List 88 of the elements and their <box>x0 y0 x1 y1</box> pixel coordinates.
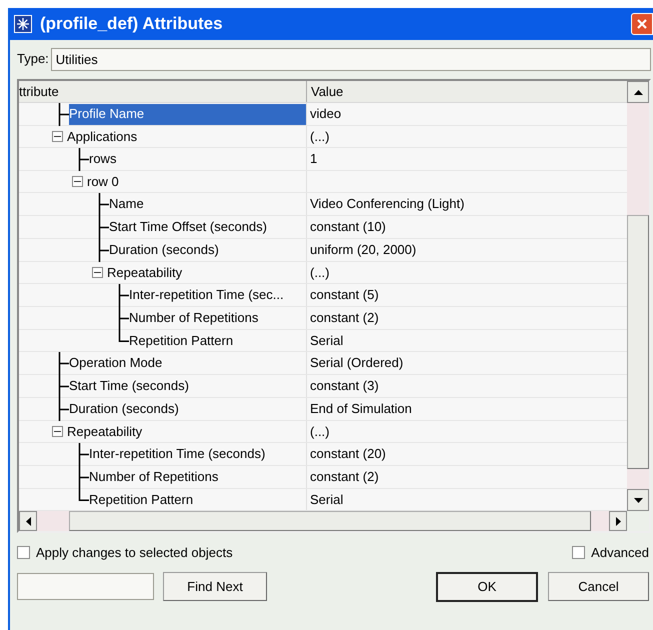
attribute-value: Serial <box>310 332 344 350</box>
tree-connector-icon <box>98 238 109 262</box>
option-label: Apply changes to selected objects <box>36 544 233 562</box>
table-row[interactable]: Duration (seconds) End of Simulation <box>19 398 627 421</box>
column-header[interactable]: ttribute <box>19 81 307 102</box>
attribute-name: Repetition Pattern <box>89 490 194 509</box>
checkbox[interactable] <box>572 546 586 560</box>
attribute-name: Applications <box>67 128 138 146</box>
tree-connector-icon <box>98 216 109 238</box>
attribute-value: End of Simulation <box>310 400 412 418</box>
down-arrow-icon[interactable] <box>634 498 642 502</box>
vertical-scrollbar[interactable] <box>627 81 649 511</box>
left-arrow-icon[interactable] <box>26 516 30 526</box>
attribute-name: Repeatability <box>67 422 142 441</box>
attribute-name: Profile Name <box>69 104 306 124</box>
collapse-icon[interactable] <box>92 267 103 278</box>
table-row[interactable]: rows 1 <box>19 148 627 171</box>
table-row[interactable]: Start Time (seconds) constant (3) <box>19 375 627 398</box>
attribute-name: Start Time Offset (seconds) <box>109 218 267 236</box>
option-label: Advanced <box>591 544 649 562</box>
attribute-name: Number of Repetitions <box>129 309 258 328</box>
attribute-value: constant (3) <box>310 377 379 396</box>
attribute-value: video <box>310 105 342 124</box>
tree-connector-icon <box>98 192 109 216</box>
attribute-value: constant (2) <box>310 468 379 486</box>
right-arrow-icon[interactable] <box>616 516 620 526</box>
attribute-name: Inter-repetition Time (seconds) <box>89 445 266 464</box>
table-row[interactable]: Applications (...) <box>19 126 627 148</box>
attribute-name: Duration (seconds) <box>69 400 179 418</box>
attribute-name: rows <box>89 150 116 168</box>
attribute-value: Video Conferencing (Light) <box>310 195 464 214</box>
attribute-name: Operation Mode <box>69 354 162 372</box>
horizontal-scrollbar[interactable] <box>19 511 627 531</box>
attribute-value: Serial <box>310 490 344 509</box>
tree-connector-icon <box>58 352 69 374</box>
ok-button[interactable]: OK <box>436 572 538 602</box>
attribute-name: Name <box>109 195 144 214</box>
attribute-name: Start Time (seconds) <box>69 377 189 396</box>
table-row[interactable]: Start Time Offset (seconds) constant (10) <box>19 216 627 239</box>
up-arrow-icon[interactable] <box>634 90 642 94</box>
type-label: Type: <box>17 50 49 68</box>
table-row[interactable]: row 0 <box>19 171 627 193</box>
tree-connector-icon <box>118 284 129 306</box>
column-header[interactable]: Value <box>307 81 627 102</box>
table-row[interactable]: Repeatability (...) <box>19 262 627 284</box>
attribute-name: Repetition Pattern <box>129 332 234 350</box>
table-row[interactable]: Repetition Pattern Serial <box>19 330 627 352</box>
attribute-value: constant (2) <box>310 309 379 328</box>
tree-connector-icon <box>58 398 69 420</box>
tree-connector-icon <box>58 374 69 398</box>
table-row[interactable]: Number of Repetitions constant (2) <box>19 466 627 489</box>
type-field[interactable]: Utilities <box>50 48 651 70</box>
attribute-name: Duration (seconds) <box>109 241 219 260</box>
table-row[interactable]: Inter-repetition Time (sec... constant (5) <box>19 284 627 307</box>
table-row[interactable]: Name Video Conferencing (Light) <box>19 193 627 216</box>
checkbox[interactable] <box>17 546 30 560</box>
collapse-icon[interactable] <box>72 176 83 187</box>
collapse-icon[interactable] <box>52 426 63 437</box>
table-row[interactable]: Operation Mode Serial (Ordered) <box>19 352 627 375</box>
find-field[interactable] <box>17 573 154 600</box>
table-row[interactable]: Profile Name video <box>19 103 627 126</box>
attribute-value: constant (10) <box>310 218 386 236</box>
attribute-name: row 0 <box>87 172 119 191</box>
find-next-button[interactable]: Find Next <box>163 572 267 601</box>
tree-connector-icon <box>78 442 89 466</box>
attribute-name: Number of Repetitions <box>89 468 218 486</box>
star-icon <box>14 15 32 33</box>
attribute-value: (...) <box>310 264 330 282</box>
collapse-icon[interactable] <box>52 131 63 142</box>
attribute-value: constant (5) <box>310 286 379 304</box>
close-button[interactable] <box>631 13 653 35</box>
tree-connector-icon <box>78 148 89 170</box>
table-row[interactable]: Duration (seconds) uniform (20, 2000) <box>19 239 627 262</box>
attribute-value: 1 <box>310 150 318 168</box>
attribute-value: Serial (Ordered) <box>310 354 404 372</box>
attribute-value: uniform (20, 2000) <box>310 241 416 260</box>
window-title: (profile_def) Attributes <box>40 13 223 36</box>
tree-connector-icon <box>58 102 69 126</box>
attribute-value: constant (20) <box>310 445 386 464</box>
table-row[interactable]: Inter-repetition Time (seconds) constant (20) <box>19 443 627 466</box>
table-row[interactable]: Repeatability (...) <box>19 421 627 443</box>
table-row[interactable]: Number of Repetitions constant (2) <box>19 307 627 330</box>
attribute-name: Inter-repetition Time (sec... <box>129 286 284 304</box>
attribute-value: (...) <box>310 422 330 441</box>
close-icon <box>636 18 648 30</box>
cancel-button[interactable]: Cancel <box>548 572 649 601</box>
attribute-name: Repeatability <box>107 264 182 282</box>
attribute-value: (...) <box>310 128 330 146</box>
